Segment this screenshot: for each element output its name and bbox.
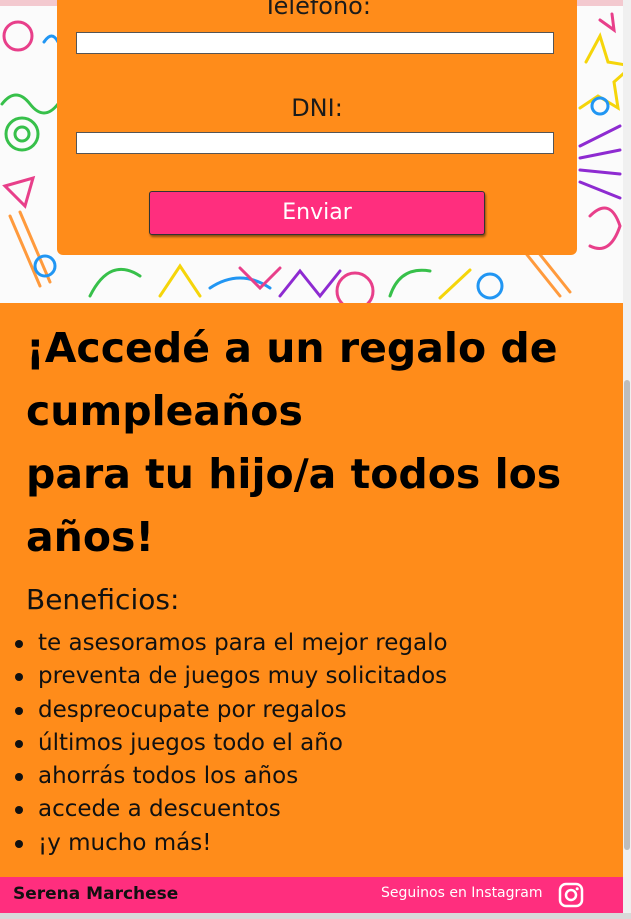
- list-item: te asesoramos para el mejor regalo: [0, 627, 448, 660]
- promo-headline: ¡Accedé a un regalo de cumpleaños para t…: [26, 317, 616, 569]
- headline-line: años!: [26, 513, 155, 561]
- benefits-list: te asesoramos para el mejor regalo preve…: [0, 627, 448, 860]
- list-item: ahorrás todos los años: [0, 760, 448, 793]
- instagram-icon[interactable]: [558, 882, 584, 908]
- bottom-strip: [0, 913, 631, 919]
- list-item: preventa de juegos muy solicitados: [0, 660, 448, 693]
- list-item: ¡y mucho más!: [0, 827, 448, 860]
- footer-author-name: Serena Marchese: [13, 884, 179, 904]
- contact-form: Teléfono: DNI: Enviar: [57, 0, 577, 255]
- scrollbar-thumb[interactable]: [624, 380, 630, 850]
- instagram-link-text[interactable]: Seguinos en Instagram: [381, 885, 543, 901]
- headline-line: para tu hijo/a todos los: [26, 450, 562, 498]
- dni-input[interactable]: [76, 132, 554, 154]
- phone-label: Teléfono:: [263, 0, 371, 20]
- footer: Serena Marchese Seguinos en Instagram: [0, 877, 623, 913]
- list-item: últimos juegos todo el año: [0, 727, 448, 760]
- promo-section: ¡Accedé a un regalo de cumpleaños para t…: [0, 303, 623, 877]
- headline-line: ¡Accedé a un regalo de: [26, 324, 558, 372]
- benefits-title: Beneficios:: [26, 583, 180, 616]
- headline-line: cumpleaños: [26, 387, 303, 435]
- list-item: accede a descuentos: [0, 793, 448, 826]
- phone-input[interactable]: [76, 32, 554, 54]
- dni-label: DNI:: [291, 94, 343, 122]
- list-item: despreocupate por regalos: [0, 694, 448, 727]
- submit-button[interactable]: Enviar: [149, 191, 485, 235]
